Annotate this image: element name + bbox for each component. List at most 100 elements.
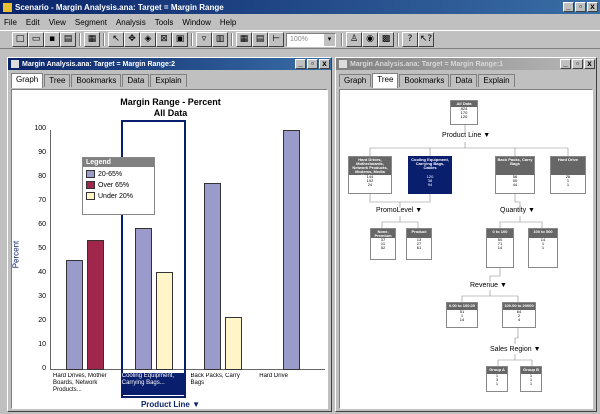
chevron-down-icon[interactable]: ▾	[324, 34, 335, 46]
grid-icon[interactable]: ▦	[236, 32, 252, 47]
tree-icon[interactable]: ⊢	[268, 32, 284, 47]
tree-node[interactable]: Hard Drives, Motherboards, Network Produ…	[348, 156, 392, 194]
maximize-button[interactable]: ▫	[575, 2, 586, 12]
copy-icon[interactable]: ▦	[84, 32, 100, 47]
y-tick-label: 100	[34, 125, 46, 132]
graph-window-title-bar: Margin Analysis.ana: Target = Margin Ran…	[8, 58, 331, 70]
open-icon[interactable]: ▭	[28, 32, 44, 47]
tree-node[interactable]: 0.00 to 100.00 51 1 14	[446, 302, 478, 328]
tree-minimize-button[interactable]: _	[560, 59, 571, 69]
tree-split-label[interactable]: Sales Region ▼	[490, 346, 541, 353]
tree-close-button[interactable]: x	[584, 59, 595, 69]
tree-node-value: 4	[517, 317, 521, 322]
tree-node-value: 14	[459, 317, 465, 322]
tree-split-label[interactable]: Quantity ▼	[500, 207, 535, 214]
tree-maximize-button[interactable]: ▫	[572, 59, 583, 69]
menu-file[interactable]: File	[4, 18, 17, 27]
image-icon[interactable]: ▣	[172, 32, 188, 47]
tree-node[interactable]: 100 to 500 14 1 1	[528, 228, 558, 268]
tab-explain[interactable]: Explain	[150, 74, 187, 87]
close-button[interactable]: x	[587, 2, 598, 12]
chart-title: Margin Range - Percent	[120, 97, 221, 107]
zoom-select[interactable]: 100% ▾	[286, 33, 336, 47]
tab-data[interactable]: Data	[450, 74, 478, 87]
tree-node-value: 24	[367, 182, 373, 187]
menu-window[interactable]: Window	[182, 18, 210, 27]
chart-bar[interactable]	[283, 130, 301, 370]
tree-node[interactable]: Hard Drive 26 1 1	[550, 156, 586, 194]
tab-tree[interactable]: Tree	[372, 73, 399, 88]
table-icon[interactable]: ▤	[252, 32, 268, 47]
save-icon[interactable]: ▪	[44, 32, 60, 47]
tree-node-value: 1	[529, 381, 533, 386]
y-tick-label: 20	[38, 317, 46, 324]
menu-segment[interactable]: Segment	[75, 18, 107, 27]
tree-node[interactable]: Back Packs, Carry Bags 56 00 44	[495, 156, 535, 194]
menu-edit[interactable]: Edit	[26, 18, 40, 27]
tab-explain[interactable]: Explain	[478, 74, 515, 87]
analyze-icon[interactable]: ▩	[378, 32, 394, 47]
legend-swatch	[86, 181, 95, 189]
chart-bar[interactable]	[203, 182, 221, 370]
filter-icon[interactable]: ▿	[196, 32, 212, 47]
graph-maximize-button[interactable]: ▫	[307, 59, 318, 69]
app-title: Scenario - Margin Analysis.ana: Target =…	[15, 2, 224, 12]
tree-node-title: Hard Drive	[551, 157, 585, 175]
x-axis-label[interactable]: Product Line ▼	[12, 400, 327, 408]
legend-item: Under 20%	[86, 192, 151, 200]
tree-node-root[interactable]: All Data 824 170 120	[450, 100, 478, 125]
tree-node-value: 1	[541, 245, 545, 250]
tree-node-title: Cooling Equipment, Carrying Bags, Cables	[409, 157, 451, 175]
tree-node[interactable]: 100.00 to 20000 64 2 4	[502, 302, 536, 328]
pointer-icon[interactable]: ↖	[108, 32, 124, 47]
tree-node[interactable]: Group A131	[486, 366, 508, 392]
chart-bar[interactable]	[66, 259, 84, 370]
people-icon[interactable]: ♙	[346, 32, 362, 47]
target-icon[interactable]: ◉	[362, 32, 378, 47]
graph-close-button[interactable]: x	[319, 59, 330, 69]
legend-label: 20-65%	[98, 170, 123, 178]
chart-bar[interactable]	[224, 317, 242, 370]
chart-icon[interactable]: ▥	[212, 32, 228, 47]
help-icon[interactable]: ?	[402, 32, 418, 47]
tree-window-title: Margin Analysis.ana: Target = Margin Ran…	[350, 60, 504, 68]
tab-graph[interactable]: Graph	[11, 73, 44, 88]
tree-split-label[interactable]: PromoLevel ▼	[376, 207, 422, 214]
tab-tree[interactable]: Tree	[44, 74, 71, 87]
tree-split-label[interactable]: Revenue ▼	[470, 282, 507, 289]
navigate-icon[interactable]: ✥	[124, 32, 140, 47]
tree-node[interactable]: 0 to 100 50 71 14	[486, 228, 514, 268]
y-tick-label: 0	[42, 365, 46, 372]
tree-split-label[interactable]: Product Line ▼	[442, 132, 490, 139]
menu-tools[interactable]: Tools	[155, 18, 174, 27]
zoom-icon[interactable]: ⊠	[156, 32, 172, 47]
tab-bookmarks[interactable]: Bookmarks	[399, 74, 450, 87]
menu-analysis[interactable]: Analysis	[116, 18, 146, 27]
tree-node[interactable]: Group B111	[520, 366, 542, 392]
tab-graph[interactable]: Graph	[339, 74, 372, 87]
tree-node-selected[interactable]: Cooling Equipment, Carrying Bags, Cables…	[408, 156, 452, 194]
tab-data[interactable]: Data	[122, 74, 150, 87]
tree-node-value: 14	[497, 245, 503, 250]
context-help-icon[interactable]: ↖?	[418, 32, 434, 47]
y-axis: 100 90 80 70 60 50 40 30 20 10 0	[20, 125, 46, 372]
legend-item: 20-65%	[86, 170, 151, 178]
minimize-button[interactable]: _	[563, 2, 574, 12]
doc-icon	[339, 60, 347, 68]
app-title-bar: Scenario - Margin Analysis.ana: Target =…	[0, 0, 600, 14]
menu-view[interactable]: View	[49, 18, 66, 27]
menu-help[interactable]: Help	[220, 18, 236, 27]
toolbar: □ ▭ ▪ ▤ ▦ ↖ ✥ ◈ ⊠ ▣ ▿ ▥ ▦ ▤ ⊢ 100% ▾ ♙ ◉…	[0, 30, 600, 49]
tree-node[interactable]: Product 13 27 61	[406, 228, 432, 260]
graph-minimize-button[interactable]: _	[295, 59, 306, 69]
chart-bar[interactable]	[87, 240, 105, 370]
tree-node-value: 94	[427, 182, 433, 187]
print-icon[interactable]: ▤	[60, 32, 76, 47]
y-tick-label: 30	[38, 293, 46, 300]
tab-bookmarks[interactable]: Bookmarks	[71, 74, 122, 87]
graph-pane: Margin Range - Percent All Data Percent …	[11, 89, 328, 409]
new-icon[interactable]: □	[12, 32, 28, 47]
split-label-text: PromoLevel	[376, 207, 414, 214]
fit-icon[interactable]: ◈	[140, 32, 156, 47]
tree-node[interactable]: None, Premium 37 11 52	[370, 228, 396, 260]
